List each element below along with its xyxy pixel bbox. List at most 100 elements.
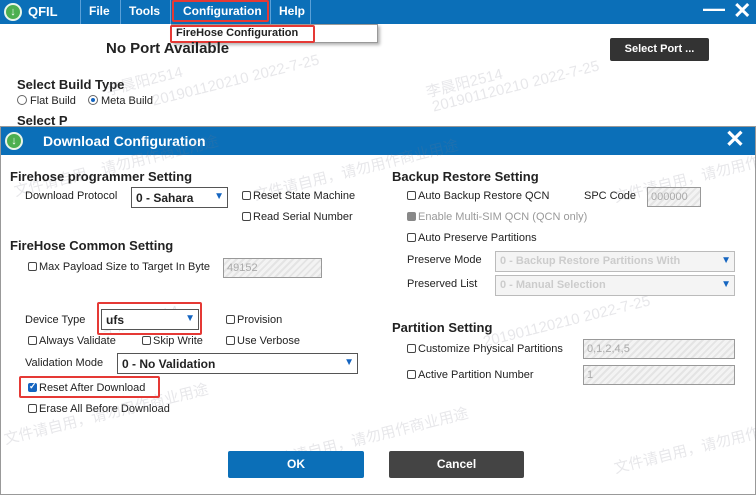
preserved-list-select[interactable]: 0 - Manual Selection ▼ [495, 275, 735, 296]
active-partition-number-label: Active Partition Number [418, 369, 534, 381]
watermark: 李晨阳2514 [424, 65, 505, 102]
menu-tools[interactable]: Tools [129, 4, 160, 18]
checkbox-icon [28, 262, 37, 271]
checkbox-icon [407, 370, 416, 379]
checkbox-icon [242, 191, 251, 200]
preserve-mode-value: 0 - Backup Restore Partitions With [500, 255, 681, 267]
checkbox-icon [226, 336, 235, 345]
dialog-title-bar: ↓ Download Configuration ✕ [1, 127, 755, 155]
validation-mode-select[interactable]: 0 - No Validation ▼ [117, 353, 358, 374]
meta-build-label: Meta Build [101, 95, 153, 107]
validation-mode-value: 0 - No Validation [122, 357, 216, 371]
watermark: 文件请自用，请勿用作商业用途 [612, 409, 756, 478]
skip-write-checkbox[interactable]: Skip Write [142, 335, 203, 347]
menu-separator [80, 0, 81, 24]
use-verbose-label: Use Verbose [237, 335, 300, 347]
checkbox-icon [407, 233, 416, 242]
enable-multi-sim-label: Enable Multi-SIM QCN (QCN only) [418, 211, 588, 223]
download-protocol-label: Download Protocol [25, 190, 118, 202]
checkbox-icon [28, 336, 37, 345]
dialog-title: Download Configuration [43, 133, 206, 149]
reset-state-machine-label: Reset State Machine [253, 190, 356, 202]
select-port-button[interactable]: Select Port ... [610, 38, 709, 61]
preserve-mode-label: Preserve Mode [407, 254, 482, 266]
spc-code-field[interactable]: 000000 [647, 187, 701, 207]
max-payload-checkbox[interactable]: Max Payload Size to Target In Byte [28, 261, 210, 273]
qfil-logo-icon: ↓ [5, 132, 23, 150]
chevron-down-icon: ▼ [344, 357, 354, 368]
chevron-down-icon: ▼ [721, 279, 731, 290]
port-status: No Port Available [106, 40, 230, 57]
radio-selected-icon [88, 95, 98, 105]
active-partition-field[interactable]: 1 [583, 365, 735, 385]
validation-mode-label: Validation Mode [25, 357, 104, 369]
physical-partitions-field[interactable]: 0,1,2,4,5 [583, 339, 735, 359]
checkbox-icon [242, 212, 251, 221]
always-validate-label: Always Validate [39, 335, 116, 347]
enable-multi-sim-checkbox[interactable]: Enable Multi-SIM QCN (QCN only) [407, 211, 587, 223]
build-type-title: Select Build Type [17, 77, 125, 92]
reset-after-download-highlight [19, 376, 160, 398]
qfil-title-bar: ↓ QFIL File Tools Configuration Help — ✕ [0, 0, 756, 24]
provision-label: Provision [237, 314, 283, 326]
checkbox-icon [407, 191, 416, 200]
max-payload-field[interactable]: 49152 [223, 258, 322, 278]
auto-backup-restore-qcn-label: Auto Backup Restore QCN [418, 190, 550, 202]
dialog-close-button[interactable]: ✕ [725, 128, 745, 152]
app-name: QFIL [28, 4, 58, 19]
reset-state-machine-checkbox[interactable]: Reset State Machine [242, 190, 355, 202]
preserved-list-label: Preserved List [407, 278, 478, 290]
download-configuration-dialog: ↓ Download Configuration ✕ 文件请自用，请勿用作商业用… [0, 126, 756, 495]
always-validate-checkbox[interactable]: Always Validate [28, 335, 116, 347]
auto-preserve-partitions-label: Auto Preserve Partitions [418, 232, 537, 244]
erase-all-label: Erase All Before Download [39, 403, 170, 415]
menu-separator [310, 0, 311, 24]
checkbox-disabled-icon [407, 212, 416, 221]
partition-setting-heading: Partition Setting [392, 320, 493, 335]
read-serial-number-checkbox[interactable]: Read Serial Number [242, 211, 353, 223]
device-type-highlight [97, 302, 202, 335]
device-type-label: Device Type [25, 314, 86, 326]
watermark: 201901120210 2022-7-25 [150, 51, 322, 110]
checkbox-icon [407, 344, 416, 353]
download-protocol-value: 0 - Sahara [136, 191, 194, 205]
watermark: 201901120210 2022-7-25 [430, 57, 602, 116]
erase-all-checkbox[interactable]: Erase All Before Download [28, 403, 170, 415]
backup-restore-heading: Backup Restore Setting [392, 169, 539, 184]
skip-write-label: Skip Write [153, 335, 203, 347]
customize-physical-partitions-label: Customize Physical Partitions [418, 343, 563, 355]
download-protocol-select[interactable]: 0 - Sahara ▼ [131, 187, 228, 208]
radio-icon [17, 95, 27, 105]
firehose-common-heading: FireHose Common Setting [10, 238, 174, 253]
provision-checkbox[interactable]: Provision [226, 314, 282, 326]
read-serial-number-label: Read Serial Number [253, 211, 353, 223]
flat-build-label: Flat Build [30, 95, 76, 107]
chevron-down-icon: ▼ [721, 255, 731, 266]
configuration-highlight [172, 0, 269, 22]
checkbox-icon [142, 336, 151, 345]
active-partition-number-checkbox[interactable]: Active Partition Number [407, 369, 534, 381]
max-payload-label: Max Payload Size to Target In Byte [39, 261, 210, 273]
chevron-down-icon: ▼ [214, 191, 224, 202]
checkbox-icon [226, 315, 235, 324]
close-button[interactable]: ✕ [733, 0, 751, 22]
qfil-logo-icon: ↓ [4, 3, 22, 21]
spc-code-label: SPC Code [584, 190, 636, 202]
auto-backup-restore-qcn-checkbox[interactable]: Auto Backup Restore QCN [407, 190, 549, 202]
meta-build-radio[interactable]: Meta Build [88, 95, 153, 107]
ok-button[interactable]: OK [228, 451, 364, 478]
menu-help[interactable]: Help [279, 4, 305, 18]
menu-separator [270, 0, 271, 24]
menu-separator [170, 0, 171, 24]
menu-file[interactable]: File [89, 4, 110, 18]
preserved-list-value: 0 - Manual Selection [500, 279, 606, 291]
firehose-programmer-heading: Firehose programmer Setting [10, 169, 193, 184]
menu-separator [120, 0, 121, 24]
cancel-button[interactable]: Cancel [389, 451, 524, 478]
customize-physical-partitions-checkbox[interactable]: Customize Physical Partitions [407, 343, 563, 355]
use-verbose-checkbox[interactable]: Use Verbose [226, 335, 300, 347]
auto-preserve-partitions-checkbox[interactable]: Auto Preserve Partitions [407, 232, 537, 244]
minimize-button[interactable]: — [703, 0, 725, 20]
flat-build-radio[interactable]: Flat Build [17, 95, 76, 107]
preserve-mode-select[interactable]: 0 - Backup Restore Partitions With ▼ [495, 251, 735, 272]
